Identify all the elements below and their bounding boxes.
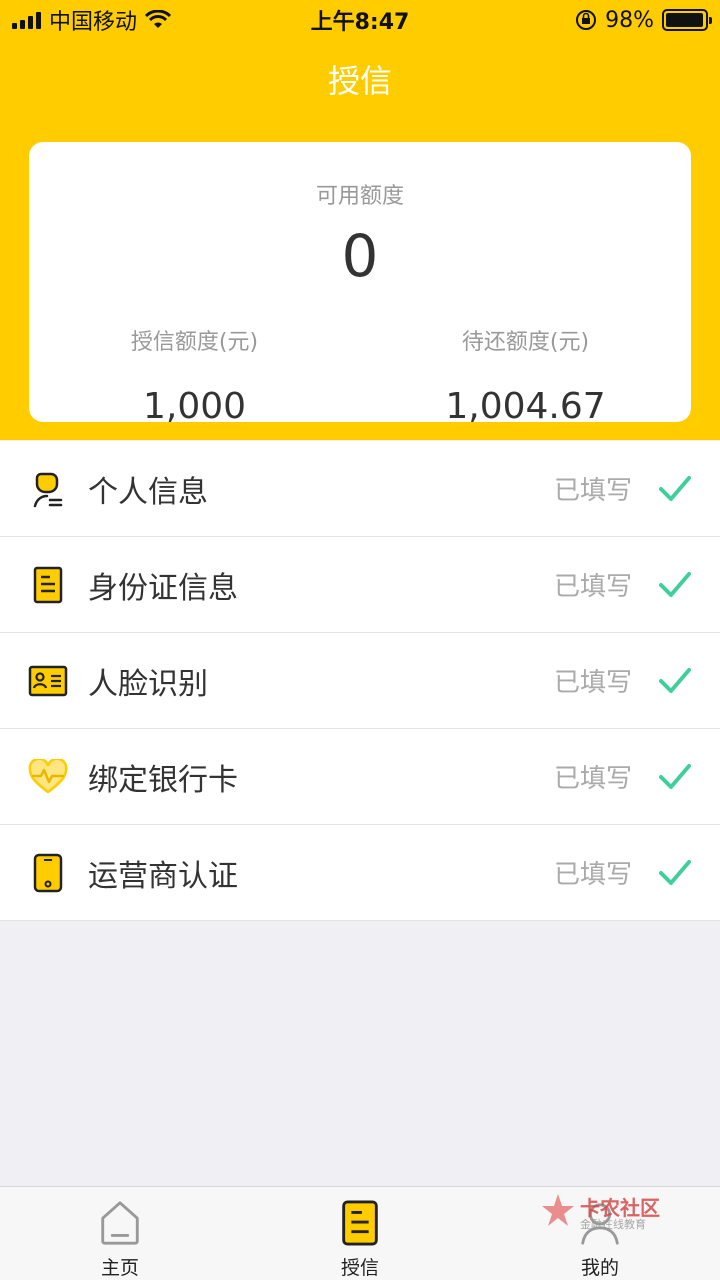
credit-summary-card: 可用额度 0 授信额度(元) 1,000 待还额度(元) 1,004.67 (29, 142, 691, 427)
list-item-status: 已填写 (553, 668, 632, 698)
check-icon (659, 571, 691, 597)
available-amount-value: 0 (341, 222, 379, 290)
phone-icon (28, 853, 68, 893)
list-item-label: 人脸识别 (88, 666, 208, 702)
tab-credit[interactable]: 授信 (240, 1187, 480, 1280)
watermark: 卡农社区 金融在线教育 (540, 1192, 670, 1232)
pending-repay-label: 待还额度(元) (461, 330, 590, 355)
wifi-icon (145, 10, 172, 28)
verification-list: 个人信息 已填写 身份证信息 已填写 人脸识别 已填写 绑定银行卡 已填写 运营… (0, 441, 720, 921)
list-item-label: 运营商认证 (88, 858, 238, 894)
check-icon (659, 859, 691, 885)
id-card-icon (28, 661, 68, 701)
watermark-logo-icon (542, 1194, 574, 1226)
credit-limit-label: 授信额度(元) (130, 330, 259, 355)
status-bar: 中国移动 上午8:47 98% (0, 0, 720, 40)
check-icon (659, 475, 691, 501)
list-item-carrier-auth[interactable]: 运营商认证 已填写 (0, 825, 720, 921)
page-title: 授信 (327, 62, 392, 100)
pending-repay-value: 1,004.67 (445, 386, 606, 427)
check-icon (659, 763, 691, 789)
list-item-status: 已填写 (553, 764, 632, 794)
id-document-icon (28, 565, 68, 605)
tab-label: 授信 (340, 1257, 379, 1279)
tab-label: 主页 (100, 1257, 139, 1279)
list-item-status: 已填写 (553, 476, 632, 506)
tab-home[interactable]: 主页 (0, 1187, 240, 1280)
list-item-label: 个人信息 (88, 474, 208, 510)
list-item-label: 绑定银行卡 (88, 762, 238, 798)
available-amount-label: 可用额度 (315, 184, 404, 209)
home-icon (101, 1201, 139, 1245)
credit-limit-value: 1,000 (142, 386, 247, 427)
battery-icon (662, 9, 712, 31)
list-item-id-info[interactable]: 身份证信息 已填写 (0, 537, 720, 633)
list-item-personal-info[interactable]: 个人信息 已填写 (0, 441, 720, 537)
heart-pulse-icon (28, 757, 68, 797)
credit-doc-icon (342, 1200, 378, 1246)
list-item-bind-bank-card[interactable]: 绑定银行卡 已填写 (0, 729, 720, 825)
battery-percent: 98% (605, 7, 654, 33)
list-item-status: 已填写 (553, 860, 632, 890)
battery-level (666, 13, 704, 27)
signal-icon (12, 11, 41, 29)
list-item-label: 身份证信息 (88, 570, 238, 606)
watermark-subtext: 金融在线教育 (580, 1218, 646, 1231)
credit-limit-column: 授信额度(元) 1,000 (29, 324, 360, 427)
list-item-status: 已填写 (553, 572, 632, 602)
check-icon (659, 667, 691, 693)
pending-repay-column: 待还额度(元) 1,004.67 (360, 324, 691, 427)
user-icon (28, 469, 68, 509)
tab-label: 我的 (580, 1257, 619, 1279)
carrier-name: 中国移动 (49, 10, 138, 35)
rotation-lock-icon (576, 10, 597, 30)
list-item-face-recognition[interactable]: 人脸识别 已填写 (0, 633, 720, 729)
